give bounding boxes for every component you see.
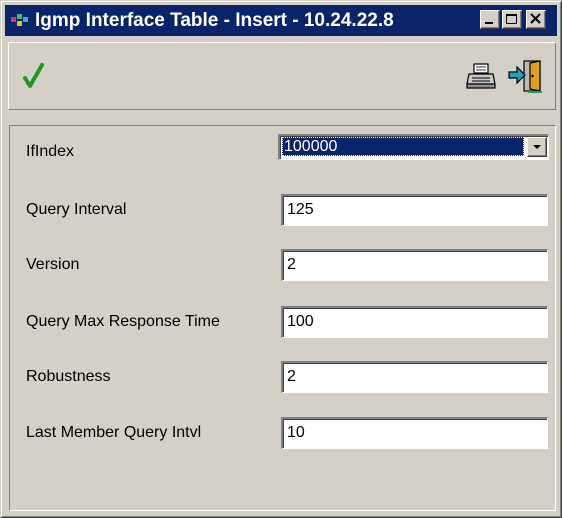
maximize-button[interactable] xyxy=(502,10,522,29)
print-button[interactable] xyxy=(464,58,500,94)
exit-door-icon xyxy=(508,60,542,93)
robustness-label: Robustness xyxy=(26,368,111,385)
title-bar[interactable]: Igmp Interface Table - Insert - 10.24.22… xyxy=(5,5,557,36)
window-title: Igmp Interface Table - Insert - 10.24.22… xyxy=(35,10,394,31)
dialog-window: Igmp Interface Table - Insert - 10.24.22… xyxy=(0,0,562,518)
exit-button[interactable] xyxy=(506,58,542,94)
query-interval-label: Query Interval xyxy=(26,201,127,218)
app-icon xyxy=(11,14,28,26)
last-member-query-intvl-field[interactable]: 10 xyxy=(281,417,548,449)
dropdown-button[interactable] xyxy=(527,137,547,157)
close-button[interactable] xyxy=(526,10,546,29)
printer-icon xyxy=(466,63,496,89)
chevron-down-icon xyxy=(533,145,541,149)
query-max-response-time-label: Query Max Response Time xyxy=(26,313,220,330)
minimize-button[interactable] xyxy=(480,10,500,29)
query-interval-field[interactable]: 125 xyxy=(281,194,548,226)
robustness-field[interactable]: 2 xyxy=(281,361,548,393)
maximize-icon xyxy=(506,14,517,24)
close-icon xyxy=(530,13,541,24)
ifindex-label: IfIndex xyxy=(26,143,75,160)
toolbar xyxy=(8,42,556,110)
apply-button[interactable] xyxy=(17,58,53,94)
version-field[interactable]: 2 xyxy=(281,249,548,281)
ifindex-selected-value: 100000 xyxy=(282,137,524,156)
ifindex-select[interactable]: 100000 xyxy=(278,134,549,160)
version-label: Version xyxy=(26,256,80,273)
checkmark-icon xyxy=(23,63,44,88)
query-max-response-time-field[interactable]: 100 xyxy=(281,306,548,338)
last-member-query-intvl-label: Last Member Query Intvl xyxy=(26,424,202,441)
minimize-icon xyxy=(485,22,493,24)
